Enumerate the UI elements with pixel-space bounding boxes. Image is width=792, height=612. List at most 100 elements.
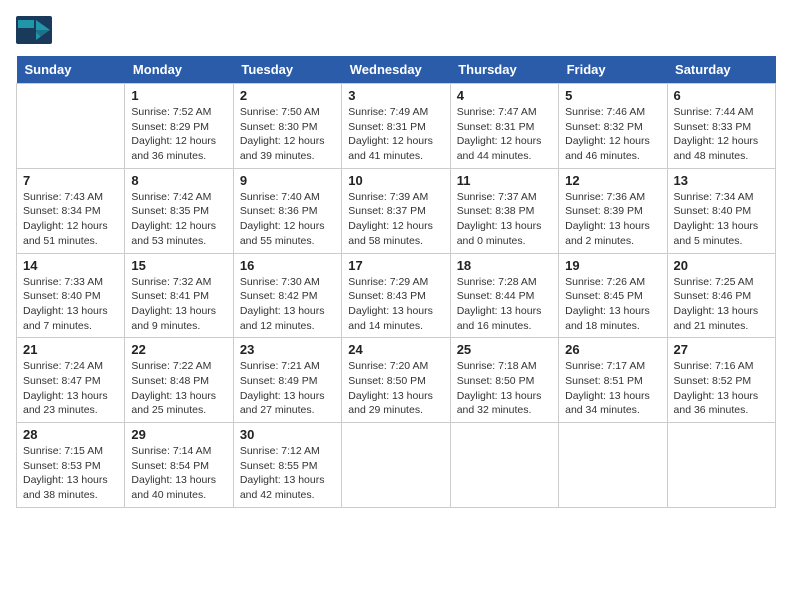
- day-number: 4: [457, 88, 552, 103]
- day-info: Sunrise: 7:43 AMSunset: 8:34 PMDaylight:…: [23, 190, 118, 249]
- day-number: 26: [565, 342, 660, 357]
- day-number: 19: [565, 258, 660, 273]
- day-number: 30: [240, 427, 335, 442]
- calendar-header-row: SundayMondayTuesdayWednesdayThursdayFrid…: [17, 56, 776, 84]
- day-number: 29: [131, 427, 226, 442]
- calendar-cell: [450, 423, 558, 508]
- day-number: 28: [23, 427, 118, 442]
- calendar-cell: [342, 423, 450, 508]
- day-info: Sunrise: 7:33 AMSunset: 8:40 PMDaylight:…: [23, 275, 118, 334]
- calendar-cell: 20 Sunrise: 7:25 AMSunset: 8:46 PMDayligh…: [667, 253, 775, 338]
- day-number: 16: [240, 258, 335, 273]
- calendar-cell: 25 Sunrise: 7:18 AMSunset: 8:50 PMDayligh…: [450, 338, 558, 423]
- day-number: 3: [348, 88, 443, 103]
- day-number: 9: [240, 173, 335, 188]
- calendar-cell: 12Sunrise: 7:36 AMSunset: 8:39 PMDayligh…: [559, 168, 667, 253]
- calendar-cell: 27 Sunrise: 7:16 AMSunset: 8:52 PMDayligh…: [667, 338, 775, 423]
- day-number: 8: [131, 173, 226, 188]
- day-number: 17: [348, 258, 443, 273]
- day-info: Sunrise: 7:15 AMSunset: 8:53 PMDaylight:…: [23, 444, 118, 503]
- day-info: Sunrise: 7:44 AMSunset: 8:33 PMDaylight:…: [674, 105, 769, 164]
- day-info: Sunrise: 7:32 AMSunset: 8:41 PMDaylight:…: [131, 275, 226, 334]
- calendar-week-row: 1 Sunrise: 7:52 AMSunset: 8:29 PMDaylight…: [17, 84, 776, 169]
- day-number: 21: [23, 342, 118, 357]
- calendar-cell: 11Sunrise: 7:37 AMSunset: 8:38 PMDayligh…: [450, 168, 558, 253]
- day-info: Sunrise: 7:50 AMSunset: 8:30 PMDaylight:…: [240, 105, 335, 164]
- day-info: Sunrise: 7:16 AMSunset: 8:52 PMDaylight:…: [674, 359, 769, 418]
- day-number: 6: [674, 88, 769, 103]
- day-info: Sunrise: 7:21 AMSunset: 8:49 PMDaylight:…: [240, 359, 335, 418]
- day-info: Sunrise: 7:12 AMSunset: 8:55 PMDaylight:…: [240, 444, 335, 503]
- calendar-cell: 26 Sunrise: 7:17 AMSunset: 8:51 PMDayligh…: [559, 338, 667, 423]
- calendar-cell: 3Sunrise: 7:49 AMSunset: 8:31 PMDaylight…: [342, 84, 450, 169]
- day-info: Sunrise: 7:20 AMSunset: 8:50 PMDaylight:…: [348, 359, 443, 418]
- day-header-thursday: Thursday: [450, 56, 558, 84]
- day-number: 2: [240, 88, 335, 103]
- calendar-cell: 29Sunrise: 7:14 AMSunset: 8:54 PMDayligh…: [125, 423, 233, 508]
- day-info: Sunrise: 7:52 AMSunset: 8:29 PMDaylight:…: [131, 105, 226, 164]
- day-number: 22: [131, 342, 226, 357]
- day-number: 14: [23, 258, 118, 273]
- calendar-week-row: 14 Sunrise: 7:33 AMSunset: 8:40 PMDayligh…: [17, 253, 776, 338]
- logo: [16, 16, 56, 44]
- calendar-cell: 14 Sunrise: 7:33 AMSunset: 8:40 PMDayligh…: [17, 253, 125, 338]
- day-number: 1: [131, 88, 226, 103]
- calendar-cell: 19 Sunrise: 7:26 AMSunset: 8:45 PMDayligh…: [559, 253, 667, 338]
- day-info: Sunrise: 7:22 AMSunset: 8:48 PMDaylight:…: [131, 359, 226, 418]
- day-number: 23: [240, 342, 335, 357]
- calendar-cell: 13 Sunrise: 7:34 AMSunset: 8:40 PMDayligh…: [667, 168, 775, 253]
- day-header-monday: Monday: [125, 56, 233, 84]
- day-number: 27: [674, 342, 769, 357]
- day-number: 15: [131, 258, 226, 273]
- day-number: 13: [674, 173, 769, 188]
- day-info: Sunrise: 7:46 AMSunset: 8:32 PMDaylight:…: [565, 105, 660, 164]
- calendar-cell: 9Sunrise: 7:40 AMSunset: 8:36 PMDaylight…: [233, 168, 341, 253]
- day-info: Sunrise: 7:39 AMSunset: 8:37 PMDaylight:…: [348, 190, 443, 249]
- day-info: Sunrise: 7:17 AMSunset: 8:51 PMDaylight:…: [565, 359, 660, 418]
- logo-icon: [16, 16, 52, 44]
- day-info: Sunrise: 7:42 AMSunset: 8:35 PMDaylight:…: [131, 190, 226, 249]
- day-header-friday: Friday: [559, 56, 667, 84]
- calendar-cell: 17Sunrise: 7:29 AMSunset: 8:43 PMDayligh…: [342, 253, 450, 338]
- calendar-cell: 21 Sunrise: 7:24 AMSunset: 8:47 PMDayligh…: [17, 338, 125, 423]
- calendar-cell: 6 Sunrise: 7:44 AMSunset: 8:33 PMDaylight…: [667, 84, 775, 169]
- day-info: Sunrise: 7:47 AMSunset: 8:31 PMDaylight:…: [457, 105, 552, 164]
- day-number: 11: [457, 173, 552, 188]
- calendar-cell: [17, 84, 125, 169]
- calendar-cell: 18 Sunrise: 7:28 AMSunset: 8:44 PMDayligh…: [450, 253, 558, 338]
- day-header-wednesday: Wednesday: [342, 56, 450, 84]
- day-number: 20: [674, 258, 769, 273]
- calendar-cell: 15 Sunrise: 7:32 AMSunset: 8:41 PMDayligh…: [125, 253, 233, 338]
- day-number: 18: [457, 258, 552, 273]
- calendar-week-row: 21 Sunrise: 7:24 AMSunset: 8:47 PMDayligh…: [17, 338, 776, 423]
- calendar-cell: 28 Sunrise: 7:15 AMSunset: 8:53 PMDayligh…: [17, 423, 125, 508]
- calendar-cell: 22 Sunrise: 7:22 AMSunset: 8:48 PMDayligh…: [125, 338, 233, 423]
- day-info: Sunrise: 7:25 AMSunset: 8:46 PMDaylight:…: [674, 275, 769, 334]
- day-info: Sunrise: 7:24 AMSunset: 8:47 PMDaylight:…: [23, 359, 118, 418]
- day-info: Sunrise: 7:36 AMSunset: 8:39 PMDaylight:…: [565, 190, 660, 249]
- calendar-cell: 1 Sunrise: 7:52 AMSunset: 8:29 PMDaylight…: [125, 84, 233, 169]
- day-number: 25: [457, 342, 552, 357]
- calendar-cell: 23 Sunrise: 7:21 AMSunset: 8:49 PMDayligh…: [233, 338, 341, 423]
- day-info: Sunrise: 7:34 AMSunset: 8:40 PMDaylight:…: [674, 190, 769, 249]
- calendar-cell: [667, 423, 775, 508]
- calendar-cell: 7 Sunrise: 7:43 AMSunset: 8:34 PMDaylight…: [17, 168, 125, 253]
- day-number: 24: [348, 342, 443, 357]
- day-number: 10: [348, 173, 443, 188]
- calendar-cell: 2 Sunrise: 7:50 AMSunset: 8:30 PMDaylight…: [233, 84, 341, 169]
- page-header: [16, 16, 776, 44]
- day-info: Sunrise: 7:30 AMSunset: 8:42 PMDaylight:…: [240, 275, 335, 334]
- calendar-cell: 30 Sunrise: 7:12 AMSunset: 8:55 PMDayligh…: [233, 423, 341, 508]
- calendar-cell: 4 Sunrise: 7:47 AMSunset: 8:31 PMDaylight…: [450, 84, 558, 169]
- calendar-cell: 24 Sunrise: 7:20 AMSunset: 8:50 PMDayligh…: [342, 338, 450, 423]
- calendar-cell: 8 Sunrise: 7:42 AMSunset: 8:35 PMDaylight…: [125, 168, 233, 253]
- calendar-cell: 16 Sunrise: 7:30 AMSunset: 8:42 PMDayligh…: [233, 253, 341, 338]
- calendar-week-row: 28 Sunrise: 7:15 AMSunset: 8:53 PMDayligh…: [17, 423, 776, 508]
- calendar-cell: [559, 423, 667, 508]
- calendar-cell: 10 Sunrise: 7:39 AMSunset: 8:37 PMDayligh…: [342, 168, 450, 253]
- day-info: Sunrise: 7:18 AMSunset: 8:50 PMDaylight:…: [457, 359, 552, 418]
- day-number: 7: [23, 173, 118, 188]
- day-info: Sunrise: 7:28 AMSunset: 8:44 PMDaylight:…: [457, 275, 552, 334]
- day-info: Sunrise: 7:26 AMSunset: 8:45 PMDaylight:…: [565, 275, 660, 334]
- calendar-cell: 5Sunrise: 7:46 AMSunset: 8:32 PMDaylight…: [559, 84, 667, 169]
